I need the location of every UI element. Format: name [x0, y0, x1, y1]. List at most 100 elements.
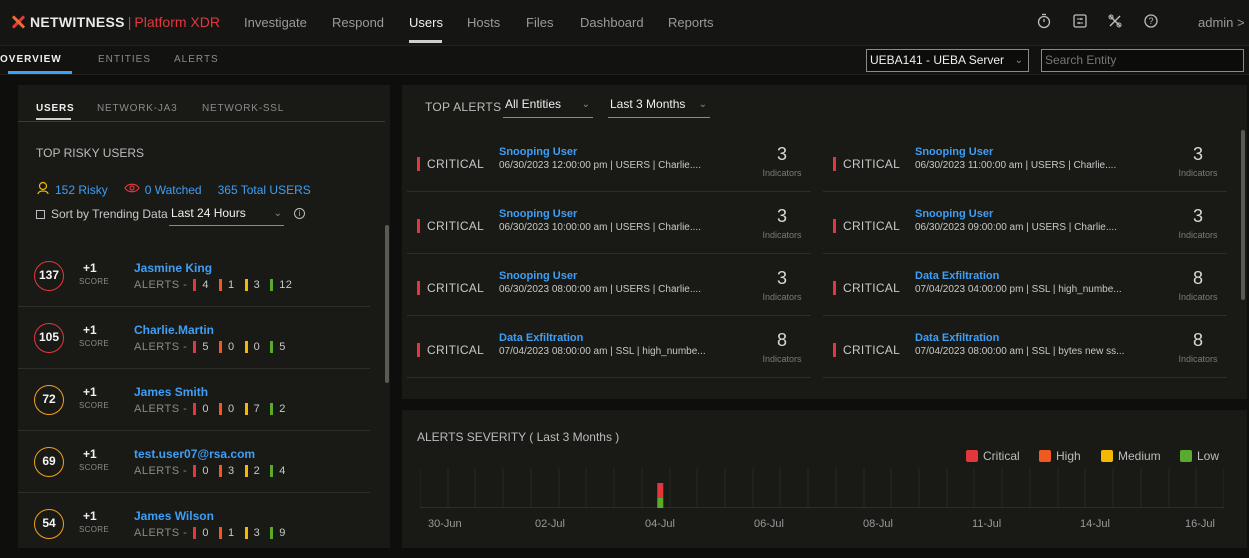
low-bar-icon [270, 465, 274, 477]
high-bar-icon [218, 279, 222, 291]
medium-bar-icon [244, 403, 248, 415]
alert-name-link[interactable]: Snooping User [915, 208, 993, 220]
total-users-link[interactable]: 365 Total USERS [218, 183, 311, 197]
nav-users[interactable]: Users [409, 15, 443, 30]
bar-critical[interactable] [657, 483, 664, 498]
user-row[interactable]: 69 +1 SCORE test.user07@rsa.com ALERTS - 0 3 2 4 [18, 431, 370, 493]
alert-card[interactable]: CRITICAL Data Exfiltration 07/04/2023 08:0… [407, 316, 811, 378]
nav-files[interactable]: Files [526, 15, 553, 30]
user-name-link[interactable]: Charlie.Martin [134, 323, 214, 337]
indicator-count: 8 [776, 330, 787, 350]
nav-dashboard[interactable]: Dashboard [580, 15, 644, 30]
trend-period-select[interactable]: Last 24 Hours ⌄ [169, 206, 284, 226]
svg-text:?: ? [1148, 16, 1153, 26]
x-tick-label: 30-Jun [428, 518, 462, 530]
score-delta: +1 [83, 323, 97, 337]
indicator-count: 8 [1192, 330, 1203, 350]
bar-low[interactable] [657, 498, 664, 508]
risky-count-link[interactable]: 152 Risky [55, 183, 108, 197]
severity-bar-icon [417, 281, 420, 295]
alert-details: 06/30/2023 08:00:00 am | USERS | Charlie… [499, 284, 701, 295]
subtab-active-indicator [8, 71, 72, 74]
alert-card[interactable]: CRITICAL Snooping User 06/30/2023 10:00:00… [407, 192, 811, 254]
user-name-link[interactable]: Jasmine King [134, 261, 212, 275]
legend-label: Low [1197, 449, 1220, 463]
risk-score-badge: 54 [34, 509, 64, 539]
tab-users[interactable]: USERS [36, 103, 74, 114]
tools-icon[interactable] [1106, 13, 1124, 31]
alert-name-link[interactable]: Snooping User [499, 208, 577, 220]
alert-card[interactable]: CRITICAL Snooping User 06/30/2023 11:00:00… [823, 130, 1227, 192]
high-bar-icon [218, 403, 222, 415]
alert-name-link[interactable]: Data Exfiltration [499, 332, 583, 344]
checkbox[interactable] [36, 209, 45, 219]
trend-sort-checkbox[interactable]: Sort by Trending Data [36, 207, 168, 221]
nav-investigate[interactable]: Investigate [244, 15, 307, 30]
user-menu[interactable]: admin > [1198, 15, 1245, 30]
tab-overview[interactable]: OVERVIEW [0, 54, 62, 65]
legend-critical[interactable]: Critical [966, 449, 1020, 463]
x-tick-label: 11-Jul [972, 518, 1002, 530]
tab-network-ja3[interactable]: NETWORK-JA3 [97, 103, 177, 114]
indicator-label: Indicators [1178, 168, 1218, 178]
alert-card[interactable]: CRITICAL Snooping User 06/30/2023 12:00:00… [407, 130, 811, 192]
x-tick-label: 16-Jul [1185, 518, 1215, 530]
tab-alerts[interactable]: ALERTS [174, 54, 219, 65]
score-delta: +1 [83, 385, 97, 399]
alert-name-link[interactable]: Data Exfiltration [915, 332, 999, 344]
alerts-severity-panel: ALERTS SEVERITY ( Last 3 Months ) Critic… [402, 410, 1247, 548]
indicator-label: Indicators [762, 354, 802, 364]
alerts-label: ALERTS - [134, 279, 188, 291]
alert-card[interactable]: CRITICAL Snooping User 06/30/2023 09:00:00… [823, 192, 1227, 254]
tab-entities[interactable]: ENTITIES [98, 54, 151, 65]
user-row[interactable]: 72 +1 SCORE James Smith ALERTS -0072 [18, 369, 370, 431]
logo[interactable]: NETWITNESS | Platform XDR [10, 14, 220, 30]
entity-filter-select[interactable]: All Entities ⌄ [503, 97, 593, 118]
server-select[interactable]: UEBA141 - UEBA Server ⌄ [866, 49, 1029, 72]
user-name-link[interactable]: James Smith [134, 385, 208, 399]
x-tick-label: 04-Jul [645, 518, 675, 530]
alert-name-link[interactable]: Data Exfiltration [915, 270, 999, 282]
medium-bar-icon [244, 279, 248, 291]
alert-card[interactable]: CRITICAL Data Exfiltration 07/04/2023 08:0… [823, 316, 1227, 378]
nav-reports[interactable]: Reports [668, 15, 714, 30]
info-icon[interactable]: i [294, 208, 305, 219]
stopwatch-icon[interactable] [1035, 13, 1053, 31]
nav-respond[interactable]: Respond [332, 15, 384, 30]
medium-count: 3 [253, 279, 261, 291]
legend-low[interactable]: Low [1180, 449, 1219, 463]
nav-hosts[interactable]: Hosts [467, 15, 500, 30]
alert-name-link[interactable]: Snooping User [499, 270, 577, 282]
user-row[interactable]: 105 +1 SCORE Charlie.Martin ALERTS - 5 0 0 5 [18, 307, 370, 369]
alerts-scrollbar[interactable] [1241, 130, 1245, 300]
alert-name-link[interactable]: Snooping User [499, 146, 577, 158]
user-name-link[interactable]: test.user07@rsa.com [134, 447, 255, 461]
nav-active-indicator [409, 40, 442, 43]
chevron-down-icon: ⌄ [273, 208, 282, 219]
low-bar-icon [270, 527, 274, 539]
critical-bar-icon [193, 527, 197, 539]
settings-sliders-icon[interactable] [1071, 13, 1089, 31]
user-name-link[interactable]: James Wilson [134, 509, 214, 523]
time-filter-value: Last 3 Months [610, 97, 686, 111]
chevron-down-icon: ⌄ [581, 99, 590, 110]
user-row[interactable]: 137 +1 SCORE Jasmine King ALERTS - 4 1 3 12 [18, 245, 370, 307]
legend-high[interactable]: High [1039, 449, 1081, 463]
tab-network-ssl[interactable]: NETWORK-SSL [202, 103, 284, 114]
alert-name-link[interactable]: Snooping User [915, 146, 993, 158]
low-bar-icon [270, 403, 274, 415]
alert-card[interactable]: CRITICAL Snooping User 06/30/2023 08:00:00… [407, 254, 811, 316]
watched-count-link[interactable]: 0 Watched [145, 183, 202, 197]
score-delta: +1 [83, 447, 97, 461]
severity-bar-icon [417, 157, 420, 171]
alert-card[interactable]: CRITICAL Data Exfiltration 07/04/2023 04:0… [823, 254, 1227, 316]
severity-bar-icon [833, 281, 836, 295]
legend-medium[interactable]: Medium [1101, 449, 1161, 463]
user-row[interactable]: 54 +1 SCORE James Wilson ALERTS - 0 1 3 9 [18, 493, 370, 548]
left-scrollbar[interactable] [385, 225, 389, 383]
help-icon[interactable]: ? [1142, 13, 1160, 31]
time-filter-select[interactable]: Last 3 Months ⌄ [608, 97, 710, 118]
search-entity-input[interactable]: Search Entity [1041, 49, 1244, 72]
indicator-label: Indicators [1178, 354, 1218, 364]
chevron-right-icon: > [1237, 15, 1245, 30]
